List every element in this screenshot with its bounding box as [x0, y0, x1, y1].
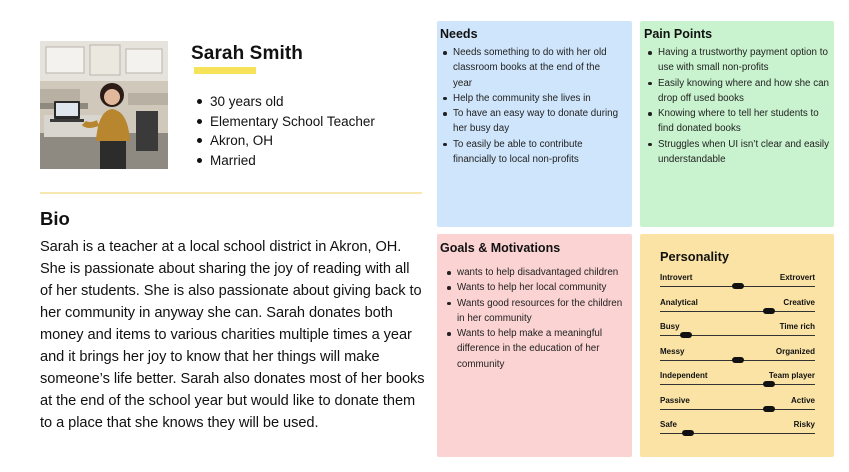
trait-left-label: Safe: [660, 420, 677, 429]
trait-slider-track: [660, 310, 815, 312]
persona-name: Sarah Smith: [191, 43, 303, 64]
name-highlight: [194, 67, 256, 74]
persona-photo: [40, 41, 168, 169]
section-divider: [40, 192, 422, 194]
needs-title: Needs: [440, 27, 478, 41]
personality-trait-row: Busy Time rich: [660, 322, 815, 346]
personality-card: Personality Introvert Extrovert Analytical…: [640, 234, 834, 457]
goal-item: Wants good resources for the children in…: [445, 296, 625, 327]
fact-location: Akron, OH: [196, 131, 375, 151]
trait-slider-knob: [762, 307, 775, 314]
teacher-photo-illustration: [40, 41, 168, 169]
trait-right-label: Team player: [768, 371, 815, 380]
needs-item: To have an easy way to donate during her…: [441, 106, 621, 137]
personality-trait-row: Independent Team player: [660, 371, 815, 395]
persona-facts: 30 years old Elementary School Teacher A…: [196, 92, 375, 170]
trait-slider-knob: [731, 356, 744, 363]
personality-trait-row: Safe Risky: [660, 420, 815, 444]
trait-right-label: Risky: [793, 420, 815, 429]
trait-right-label: Creative: [783, 297, 815, 307]
trait-left-label: Passive: [660, 395, 690, 405]
trait-right-label: Extrovert: [779, 273, 815, 282]
personality-trait-row: Introvert Extrovert: [660, 273, 815, 297]
trait-left-label: Analytical: [660, 297, 698, 307]
trait-slider-knob: [681, 430, 694, 436]
needs-list: Needs something to do with her old class…: [441, 45, 621, 167]
trait-slider-track: [660, 408, 815, 410]
pain-points-title: Pain Points: [644, 27, 713, 41]
needs-card: Needs Needs something to do with her old…: [437, 21, 632, 227]
pain-point-item: Struggles when UI isn’t clear and easily…: [646, 137, 832, 168]
pain-point-item: Knowing where to tell her students to fi…: [646, 106, 832, 137]
goal-item: Wants to help make a meaningful differen…: [445, 326, 625, 372]
trait-slider-knob: [731, 283, 744, 289]
needs-item: To easily be able to contribute financia…: [441, 137, 621, 168]
pain-points-list: Having a trustworthy payment option to u…: [646, 45, 832, 167]
fact-occupation: Elementary School Teacher: [196, 112, 375, 132]
trait-left-label: Independent: [660, 371, 708, 380]
trait-left-label: Messy: [660, 346, 685, 356]
needs-item: Needs something to do with her old class…: [441, 45, 621, 91]
personality-trait-row: Messy Organized: [660, 347, 815, 371]
trait-left-label: Busy: [660, 322, 680, 331]
goal-item: wants to help disadvantaged children: [445, 265, 625, 280]
pain-points-card: Pain Points Having a trustworthy payment…: [640, 21, 834, 227]
goals-card: Goals & Motivations wants to help disadv…: [437, 234, 632, 457]
fact-marital-status: Married: [196, 151, 375, 171]
trait-slider-track: [660, 384, 815, 385]
fact-age: 30 years old: [196, 92, 375, 112]
bio-heading: Bio: [40, 208, 70, 229]
personality-trait-row: Analytical Creative: [660, 298, 815, 322]
trait-right-label: Organized: [775, 346, 815, 356]
bio-text: Sarah is a teacher at a local school dis…: [40, 239, 425, 431]
needs-item: Help the community she lives in: [441, 91, 621, 106]
trait-slider-knob: [762, 405, 775, 412]
pain-point-item: Easily knowing where and how she can dro…: [646, 76, 832, 107]
trait-slider-knob: [680, 332, 693, 338]
trait-right-label: Time rich: [779, 322, 815, 331]
goal-item: Wants to help her local community: [445, 280, 625, 295]
personality-title: Personality: [660, 249, 729, 264]
trait-right-label: Active: [790, 395, 815, 405]
trait-slider-knob: [762, 381, 775, 387]
trait-left-label: Introvert: [660, 273, 693, 282]
personality-trait-row: Passive Active: [660, 396, 815, 420]
pain-point-item: Having a trustworthy payment option to u…: [646, 45, 832, 76]
goals-title: Goals & Motivations: [440, 241, 561, 255]
goals-list: wants to help disadvantaged children Wan…: [445, 265, 625, 372]
